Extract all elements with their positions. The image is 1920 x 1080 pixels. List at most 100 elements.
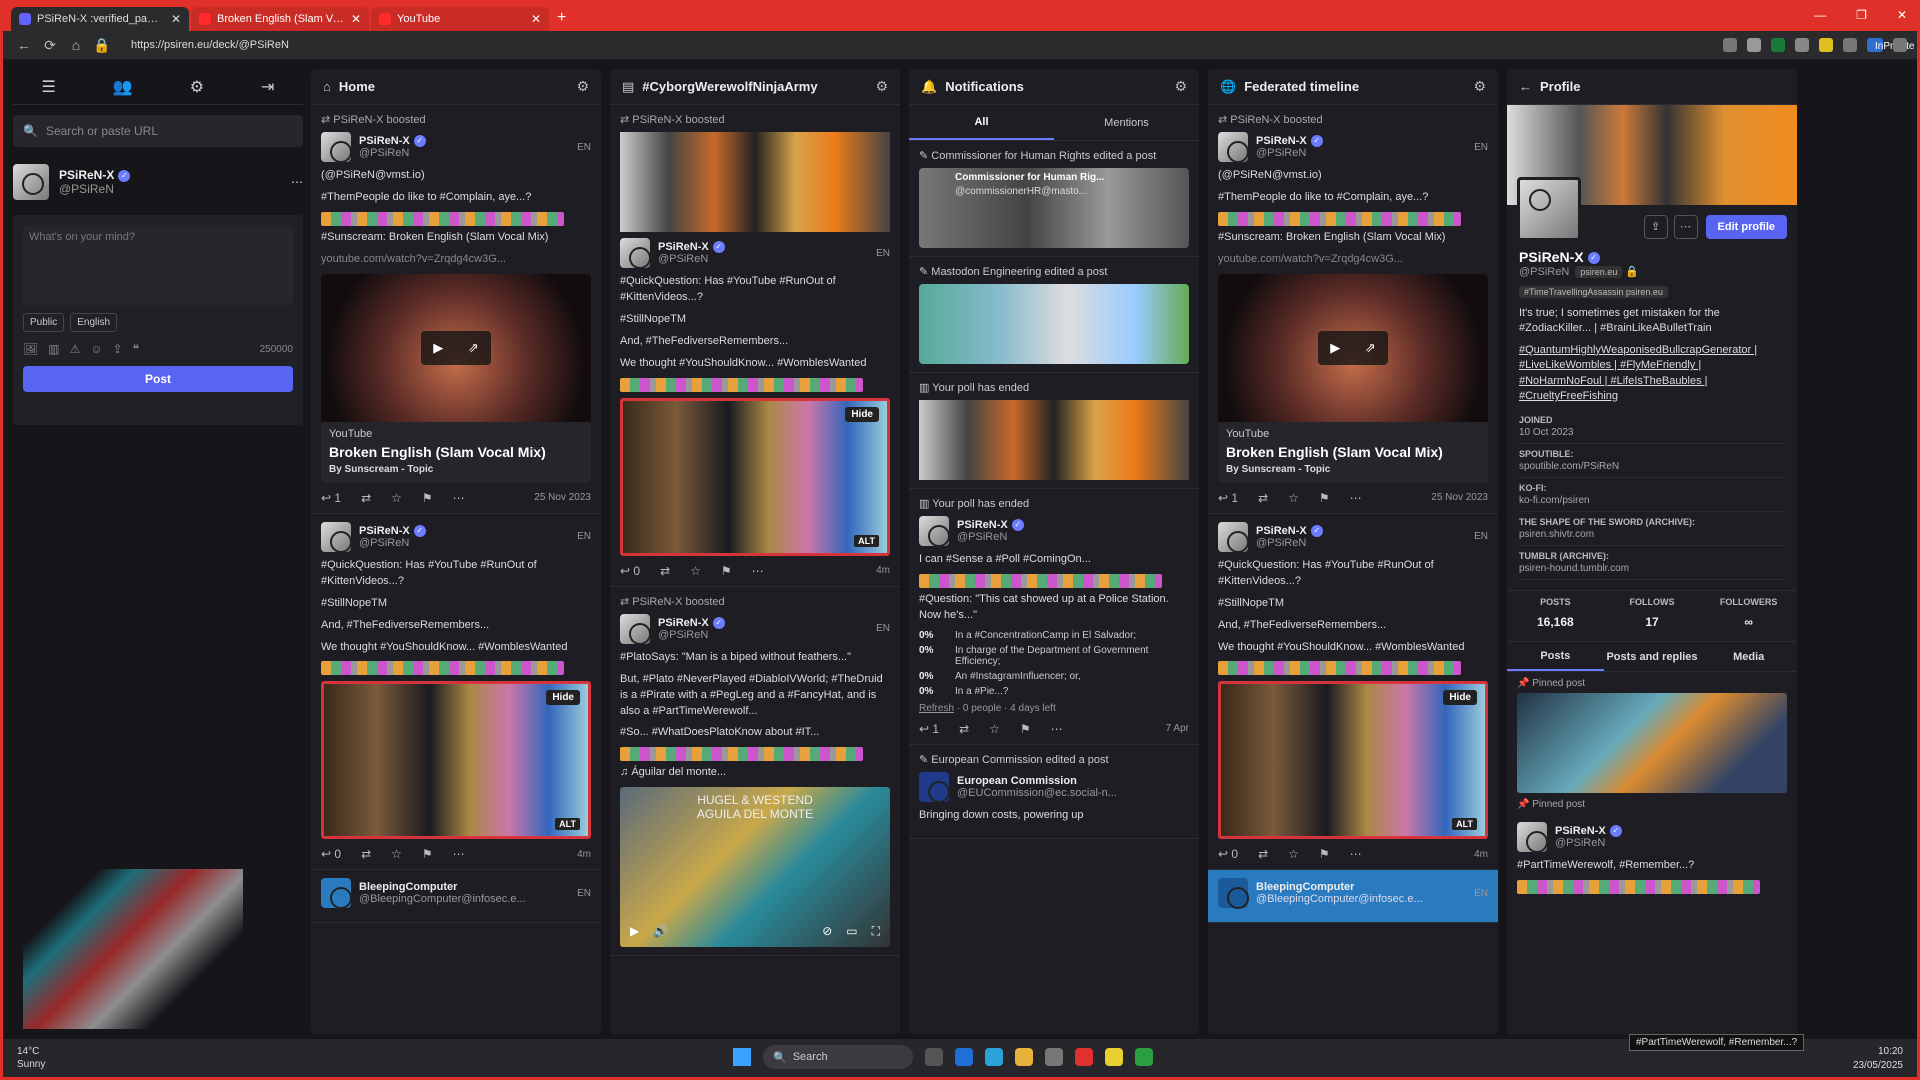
explorer-icon[interactable] [1015,1048,1033,1066]
notification-preview[interactable] [919,400,1189,480]
notification[interactable]: ✎ European Commission edited a post Euro… [909,745,1199,839]
close-icon[interactable]: ✕ [171,12,181,26]
favourite-icon[interactable]: ☆ [1288,847,1299,861]
warning-icon[interactable]: ⚠ [70,342,81,356]
status[interactable]: BleepingComputer @BleepingComputer@infose… [1208,870,1498,924]
notification-preview[interactable]: Commissioner for Human Rig... @commissio… [919,168,1189,248]
post-button[interactable]: Post [23,366,293,392]
settings-icon[interactable]: ⚙ [576,78,589,95]
tab-youtube[interactable]: YouTube ✕ [371,7,549,31]
close-window-icon[interactable]: ✕ [1897,8,1907,22]
extension-icon[interactable] [1771,38,1785,52]
external-link-icon[interactable]: ⇗ [468,340,479,356]
taskbar-search[interactable]: 🔍 Search [763,1045,913,1069]
play-icon[interactable]: ▶ [630,924,639,939]
alt-badge[interactable]: ALT [555,818,580,831]
avatar[interactable] [919,516,950,547]
booster-name[interactable]: PSiReN-X [333,114,383,126]
minimize-icon[interactable]: — [1814,8,1826,22]
reply-icon[interactable]: ↩ 1 [919,722,939,736]
more-icon[interactable]: ⋯ [1350,847,1362,861]
status-link[interactable]: youtube.com/watch?v=Zrqdg4cw3G... [321,252,591,268]
menu-icon[interactable] [1893,38,1907,52]
boost-icon[interactable]: ⇄ [361,847,371,861]
author-handle[interactable]: @PSiReN [658,253,876,265]
avatar[interactable] [321,878,352,910]
favourite-icon[interactable]: ☆ [391,491,402,505]
more-icon[interactable]: ⋯ [291,175,303,189]
reply-icon[interactable]: ↩ 1 [321,491,341,505]
favourite-icon[interactable]: ☆ [1288,491,1299,505]
settings-icon[interactable]: ⚙ [875,78,888,95]
close-icon[interactable]: ✕ [351,12,361,26]
boost-icon[interactable]: ⇄ [959,722,969,736]
expand-icon[interactable]: ▭ [846,924,857,939]
logout-icon[interactable]: ⇥ [261,77,274,97]
bookmark-icon[interactable]: ⚑ [1319,491,1330,505]
author-name[interactable]: PSiReN-X [1555,825,1606,837]
author-handle[interactable]: @BleepingComputer@infosec.e... [359,893,577,905]
visibility-select[interactable]: Public [23,313,65,332]
weather-widget[interactable]: 14°C Sunny [17,1045,45,1071]
people-icon[interactable]: 👥 [113,77,133,97]
avatar[interactable] [1218,878,1249,910]
author-name[interactable]: PSiReN-X [1256,135,1307,147]
volume-icon[interactable]: 🔊 [653,924,668,939]
refresh-icon[interactable]: ⟳ [39,37,61,54]
author-name[interactable]: BleepingComputer [1256,881,1474,893]
settings-icon[interactable]: ⚙ [1174,78,1187,95]
avatar[interactable] [13,164,49,200]
pinned-post-preview[interactable] [1517,693,1787,794]
author-name[interactable]: PSiReN-X [359,525,410,537]
star-icon[interactable] [1747,38,1761,52]
app-icon[interactable] [1045,1048,1063,1066]
author-name[interactable]: European Commission [957,775,1189,787]
edge-icon[interactable] [985,1048,1003,1066]
xbox-icon[interactable] [1135,1048,1153,1066]
reply-icon[interactable]: ↩ 0 [620,564,640,578]
status[interactable]: PSiReN-X ✓ @PSiReN EN #QuickQuestion: Has #… [311,514,601,871]
booster-name[interactable]: PSiReN-X [632,114,682,126]
profile-link[interactable]: psiren.shivtr.com [1519,529,1785,540]
new-tab-button[interactable]: + [557,9,566,27]
status[interactable]: BleepingComputer @BleepingComputer@infose… [311,870,601,924]
stat-follows[interactable]: FOLLOWS 17 [1604,591,1701,641]
author-handle[interactable]: @PSiReN [359,147,577,159]
share-icon[interactable]: ⇪ [113,342,123,356]
status[interactable]: PSiReN-X ✓ @PSiReN EN #QuickQuestion: Has #… [1208,514,1498,871]
avatar[interactable] [1218,132,1249,163]
hide-media-button[interactable]: Hide [1443,690,1477,706]
notification[interactable]: ✎ Mastodon Engineering edited a post [909,257,1199,373]
emoji-icon[interactable]: ☺ [90,342,102,356]
settings-icon[interactable]: ⚙ [190,77,204,97]
author-name[interactable]: BleepingComputer [359,881,577,893]
bookmark-icon[interactable]: ⚑ [422,491,433,505]
tab-media[interactable]: Media [1700,642,1797,671]
avatar[interactable] [1218,521,1249,553]
status[interactable]: PSiReN-X ✓ @PSiReN #PartTimeWerewolf, #Rem… [1507,814,1797,906]
compose-textarea[interactable]: What's on your mind? [23,225,293,305]
media-attachment[interactable]: Hide ALT [620,397,890,556]
more-icon[interactable]: ⋯ [1051,722,1063,736]
author-handle[interactable]: @PSiReN [1256,537,1474,549]
avatar[interactable] [620,613,651,645]
status-date[interactable]: 25 Nov 2023 [534,492,591,503]
more-icon[interactable]: ⋯ [1673,215,1698,239]
more-icon[interactable]: ⋯ [752,564,764,578]
status-date[interactable]: 25 Nov 2023 [1431,492,1488,503]
status[interactable]: ⇄ PSiReN-X boosted PSiReN-X ✓ @PSiReN EN #Q… [610,105,900,587]
home-icon[interactable]: ⌂ [65,37,87,53]
boost-icon[interactable]: ⇄ [660,564,670,578]
status[interactable]: ⇄ PSiReN-X boosted PSiReN-X ✓ @PSiReN EN #P… [610,587,900,957]
author-handle[interactable]: @PSiReN [1256,147,1474,159]
favourite-icon[interactable]: ☆ [989,722,1000,736]
image-icon[interactable]: 🖼 [23,342,38,356]
tab-all[interactable]: All [909,105,1054,140]
task-view-icon[interactable] [925,1048,943,1066]
app-icon[interactable] [1105,1048,1123,1066]
alt-badge[interactable]: ALT [854,534,879,547]
tab-psiren[interactable]: PSiReN-X :verified_paw: (@PSiReN ✕ [11,7,189,31]
more-icon[interactable]: ⋯ [1350,491,1362,505]
avatar[interactable] [321,521,352,553]
author-handle[interactable]: @PSiReN [658,629,876,641]
